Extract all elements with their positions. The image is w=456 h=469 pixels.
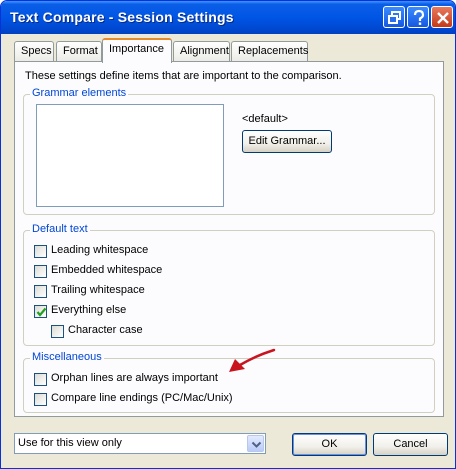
tab-specs[interactable]: Specs	[14, 41, 54, 61]
dropdown-button[interactable]	[247, 435, 264, 452]
close-button[interactable]	[431, 6, 453, 28]
ok-button[interactable]: OK	[292, 433, 367, 456]
button-label: Edit Grammar...	[248, 135, 326, 147]
dialog-client: Specs Format Importance Alignment Replac…	[5, 34, 451, 464]
checkbox-label: Orphan lines are always important	[51, 372, 218, 384]
checkbox-label: Everything else	[51, 304, 127, 316]
chevron-down-icon	[251, 441, 262, 448]
grammar-elements-group: Grammar elements <default> Edit Grammar.…	[23, 87, 435, 215]
dropdown-value: Use for this view only	[18, 437, 122, 449]
tab-importance[interactable]: Importance	[102, 38, 172, 63]
tab-label: Replacements	[238, 45, 309, 57]
restore-button[interactable]	[383, 6, 405, 28]
checkbox-box[interactable]	[34, 393, 47, 406]
checkbox-box[interactable]	[51, 325, 64, 338]
tab-alignment[interactable]: Alignment	[173, 41, 230, 61]
window-title: Text Compare - Session Settings	[10, 9, 234, 25]
checkbox-label: Compare line endings (PC/Mac/Unix)	[51, 392, 233, 404]
button-label: OK	[321, 438, 338, 450]
checkbox-label: Character case	[68, 324, 143, 336]
close-icon	[437, 12, 449, 24]
tab-label: Importance	[109, 43, 165, 55]
tab-replacements[interactable]: Replacements	[231, 41, 308, 61]
checkbox-label: Leading whitespace	[51, 244, 149, 256]
annotation-arrow-icon	[229, 348, 276, 372]
button-label: Cancel	[393, 438, 428, 450]
question-icon	[413, 9, 425, 25]
current-grammar-label: <default>	[242, 113, 288, 125]
checkbox-box[interactable]	[34, 305, 47, 318]
group-label: Grammar elements	[30, 87, 129, 99]
checkbox-box[interactable]	[34, 265, 47, 278]
check-mark-icon	[36, 307, 47, 317]
checkbox-label: Embedded whitespace	[51, 264, 163, 276]
tab-label: Format	[63, 45, 98, 57]
edit-grammar-button[interactable]: Edit Grammar...	[242, 130, 332, 153]
checkbox-box[interactable]	[34, 285, 47, 298]
cancel-button[interactable]: Cancel	[373, 433, 448, 456]
intro-text: These settings define items that are imp…	[25, 70, 342, 82]
checkbox-label: Trailing whitespace	[51, 284, 145, 296]
tab-label: Alignment	[180, 45, 229, 57]
group-label: Miscellaneous	[30, 351, 104, 363]
checkbox-box[interactable]	[34, 373, 47, 386]
tab-label: Specs	[21, 45, 52, 57]
group-label: Default text	[30, 223, 90, 235]
checkbox-box[interactable]	[34, 245, 47, 258]
tab-format[interactable]: Format	[56, 41, 102, 61]
title-bar[interactable]: Text Compare - Session Settings	[1, 1, 455, 34]
scope-dropdown[interactable]: Use for this view only	[14, 433, 266, 454]
help-button[interactable]	[407, 6, 429, 28]
grammar-listbox[interactable]	[36, 104, 224, 207]
restore-icon	[388, 11, 401, 24]
default-text-group: Default text Leading whitespace Embedded…	[23, 223, 435, 346]
dialog-window: Text Compare - Session Settings Specs Fo…	[0, 0, 456, 469]
